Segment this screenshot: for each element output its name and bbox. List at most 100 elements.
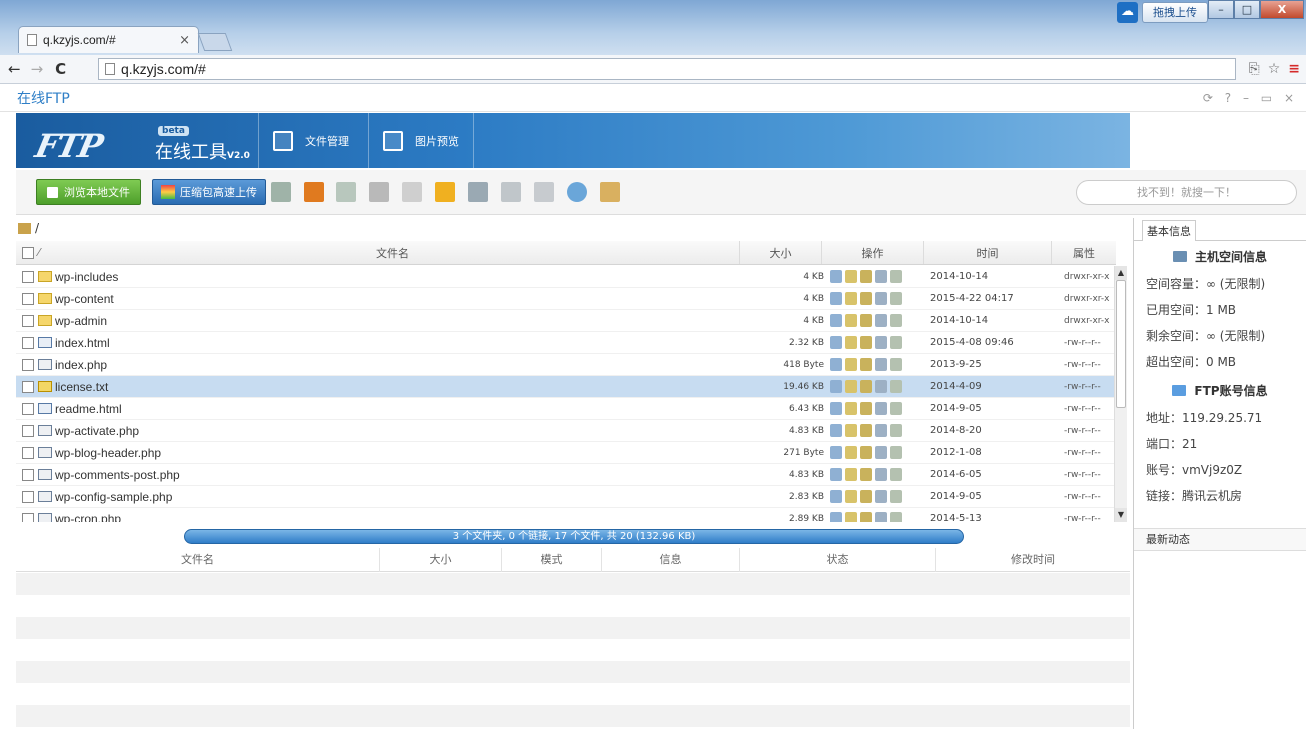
edit-icon[interactable] <box>875 402 887 415</box>
close-window-button[interactable]: X <box>1260 0 1304 19</box>
chmod-icon[interactable] <box>890 314 902 327</box>
upload-replace-icon[interactable] <box>860 314 872 327</box>
edit-icon[interactable] <box>875 358 887 371</box>
download-icon[interactable] <box>845 402 857 415</box>
rename-icon[interactable] <box>830 314 842 327</box>
row-checkbox[interactable] <box>22 424 34 437</box>
chmod-icon[interactable] <box>890 490 902 503</box>
download-icon[interactable] <box>845 446 857 459</box>
export-icon[interactable] <box>534 182 554 202</box>
scroll-down-icon[interactable]: ▼ <box>1115 508 1127 522</box>
file-row[interactable]: wp-config-sample.php 2.83 KB 2014-9-05 -rw-… <box>16 486 1114 508</box>
file-row[interactable]: wp-includes 4 KB 2014-10-14 drwxr-xr-x <box>16 266 1114 288</box>
upload-replace-icon[interactable] <box>860 424 872 437</box>
file-name[interactable]: wp-config-sample.php <box>55 490 245 504</box>
upload-replace-icon[interactable] <box>860 270 872 283</box>
grid-icon[interactable] <box>501 182 521 202</box>
perm-column-header[interactable]: 属性 <box>1052 241 1116 264</box>
select-all-checkbox[interactable] <box>22 246 34 259</box>
minimize-button[interactable]: – <box>1208 0 1234 19</box>
rename-icon[interactable] <box>830 490 842 503</box>
file-name[interactable]: license.txt <box>55 380 245 394</box>
file-row[interactable]: index.php 418 Byte 2013-9-25 -rw-r--r-- <box>16 354 1114 376</box>
download-icon[interactable] <box>845 270 857 283</box>
edit-icon[interactable] <box>875 446 887 459</box>
edit-icon[interactable] <box>875 512 887 522</box>
back-button[interactable]: ← <box>8 60 21 78</box>
chmod-icon[interactable] <box>890 358 902 371</box>
time-column-header[interactable]: 时间 <box>924 241 1052 264</box>
file-row[interactable]: license.txt 19.46 KB 2014-4-09 -rw-r--r-- <box>16 376 1114 398</box>
rename-icon[interactable] <box>830 446 842 459</box>
upload-replace-icon[interactable] <box>860 402 872 415</box>
refresh-icon[interactable] <box>567 182 587 202</box>
browser-tab[interactable]: q.kzyjs.com/# × <box>18 26 199 53</box>
file-name[interactable]: index.php <box>55 358 245 372</box>
edit-icon[interactable] <box>875 380 887 393</box>
app-window-controls[interactable]: ⟳ ? – ▭ × <box>1203 91 1298 105</box>
file-row[interactable]: wp-content 4 KB 2015-4-22 04:17 drwxr-xr-x <box>16 288 1114 310</box>
rename-icon[interactable] <box>830 358 842 371</box>
download-icon[interactable] <box>845 336 857 349</box>
file-name[interactable]: readme.html <box>55 402 245 416</box>
file-row[interactable]: wp-admin 4 KB 2014-10-14 drwxr-xr-x <box>16 310 1114 332</box>
new-folder-icon[interactable] <box>304 182 324 202</box>
file-row[interactable]: index.html 2.32 KB 2015-4-08 09:46 -rw-r--r… <box>16 332 1114 354</box>
rename-icon[interactable] <box>830 512 842 522</box>
forward-button[interactable]: → <box>31 60 44 78</box>
file-row[interactable]: wp-cron.php 2.89 KB 2014-5-13 -rw-r--r-- <box>16 508 1114 522</box>
download-icon[interactable] <box>845 358 857 371</box>
download-icon[interactable] <box>845 314 857 327</box>
file-name[interactable]: wp-admin <box>55 314 245 328</box>
file-name[interactable]: wp-blog-header.php <box>55 446 245 460</box>
file-row[interactable]: wp-comments-post.php 4.83 KB 2014-6-05 -rw-… <box>16 464 1114 486</box>
drag-upload-button[interactable]: 拖拽上传 <box>1142 2 1208 23</box>
rename-icon[interactable] <box>830 424 842 437</box>
reload-button[interactable]: C <box>55 60 66 78</box>
name-column-header[interactable]: ⁄ 文件名 <box>16 241 740 264</box>
settings-icon[interactable] <box>402 182 422 202</box>
maximize-button[interactable]: □ <box>1234 0 1260 19</box>
tab-basic-info[interactable]: 基本信息 <box>1142 220 1196 241</box>
upload-replace-icon[interactable] <box>860 336 872 349</box>
file-row[interactable]: wp-blog-header.php 271 Byte 2012-1-08 -rw-r… <box>16 442 1114 464</box>
upload-replace-icon[interactable] <box>860 380 872 393</box>
upload-replace-icon[interactable] <box>860 512 872 522</box>
row-checkbox[interactable] <box>22 490 34 503</box>
row-checkbox[interactable] <box>22 314 34 327</box>
upload-replace-icon[interactable] <box>860 490 872 503</box>
chmod-icon[interactable] <box>890 402 902 415</box>
row-checkbox[interactable] <box>22 512 34 522</box>
upload-replace-icon[interactable] <box>860 292 872 305</box>
parent-folder-icon[interactable] <box>18 222 31 234</box>
new-tab-button[interactable] <box>197 33 233 51</box>
file-name[interactable]: wp-includes <box>55 270 245 284</box>
delete-icon[interactable] <box>369 182 389 202</box>
file-row[interactable]: readme.html 6.43 KB 2014-9-05 -rw-r--r-- <box>16 398 1114 420</box>
edit-icon[interactable] <box>875 292 887 305</box>
row-checkbox[interactable] <box>22 336 34 349</box>
invert-select-icon[interactable]: ⁄ <box>38 246 40 259</box>
file-name[interactable]: wp-content <box>55 292 245 306</box>
edit-icon[interactable] <box>875 270 887 283</box>
move-icon[interactable] <box>336 182 356 202</box>
row-checkbox[interactable] <box>22 292 34 305</box>
zip-upload-button[interactable]: 压缩包高速上传 <box>152 179 266 205</box>
file-name[interactable]: wp-cron.php <box>55 512 245 523</box>
row-checkbox[interactable] <box>22 358 34 371</box>
file-name[interactable]: wp-comments-post.php <box>55 468 245 482</box>
archive-icon[interactable] <box>600 182 620 202</box>
edit-icon[interactable] <box>875 424 887 437</box>
chmod-icon[interactable] <box>890 292 902 305</box>
row-checkbox[interactable] <box>22 270 34 283</box>
row-checkbox[interactable] <box>22 468 34 481</box>
menu-icon[interactable]: ≡ <box>1288 61 1300 77</box>
row-checkbox[interactable] <box>22 380 34 393</box>
rename-icon[interactable] <box>830 336 842 349</box>
file-name[interactable]: index.html <box>55 336 245 350</box>
chmod-icon[interactable] <box>890 512 902 522</box>
rename-icon[interactable] <box>830 402 842 415</box>
download-icon[interactable] <box>845 380 857 393</box>
download-icon[interactable] <box>845 292 857 305</box>
edit-icon[interactable] <box>875 468 887 481</box>
